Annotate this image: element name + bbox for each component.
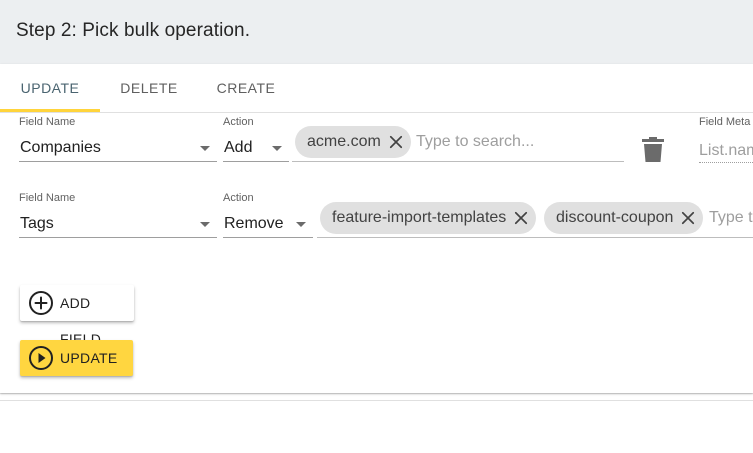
active-tab-indicator [0,109,100,112]
update-button[interactable]: UPDATE [20,340,133,376]
value-chip: acme.com [295,126,411,158]
tab-create[interactable]: CREATE [198,64,294,112]
operation-tabs: UPDATE DELETE CREATE [0,64,753,113]
play-circle-icon [29,346,53,370]
chevron-down-icon [296,222,306,227]
close-icon[interactable] [387,133,405,151]
plus-circle-icon [29,291,53,315]
close-icon[interactable] [512,209,530,227]
chevron-down-icon [272,146,282,151]
field-meta-input[interactable]: List.name [699,140,753,163]
field-name-select[interactable]: Companies [19,135,217,162]
step-title: Step 2: Pick bulk operation. [16,20,251,41]
tab-update[interactable]: UPDATE [0,64,100,112]
chip-label: discount-coupon [556,209,674,226]
field-name-value: Companies [20,139,101,156]
tab-delete[interactable]: DELETE [100,64,198,112]
value-chip-input[interactable]: acme.com [292,124,624,162]
chip-label: feature-import-templates [332,209,507,226]
chevron-down-icon [200,222,210,227]
close-icon[interactable] [679,209,697,227]
value-chip-input[interactable]: feature-import-templates discount-coupon [317,200,753,238]
action-label: Action [223,192,254,204]
field-name-value: Tags [20,215,54,232]
value-chip: feature-import-templates [320,202,537,234]
update-label: UPDATE [60,350,118,366]
action-select[interactable]: Add [223,135,289,162]
field-name-label: Field Name [19,116,76,128]
search-input[interactable] [709,202,753,234]
field-meta-label: Field Meta [699,116,751,128]
bulk-operation-card: UPDATE DELETE CREATE Field Name Companie… [0,64,753,393]
action-value: Remove [224,215,284,232]
field-name-label: Field Name [19,192,76,204]
chip-label: acme.com [307,133,381,150]
divider [0,400,753,401]
action-select[interactable]: Remove [223,211,313,238]
action-label: Action [223,116,254,128]
add-field-button[interactable]: ADD FIELD [20,285,134,347]
trash-icon[interactable] [641,137,665,163]
field-name-select[interactable]: Tags [19,211,217,238]
chevron-down-icon [200,146,210,151]
search-input[interactable] [416,126,616,158]
action-value: Add [224,139,253,156]
value-chip: discount-coupon [544,202,704,234]
step-header: Step 2: Pick bulk operation. [0,0,753,64]
